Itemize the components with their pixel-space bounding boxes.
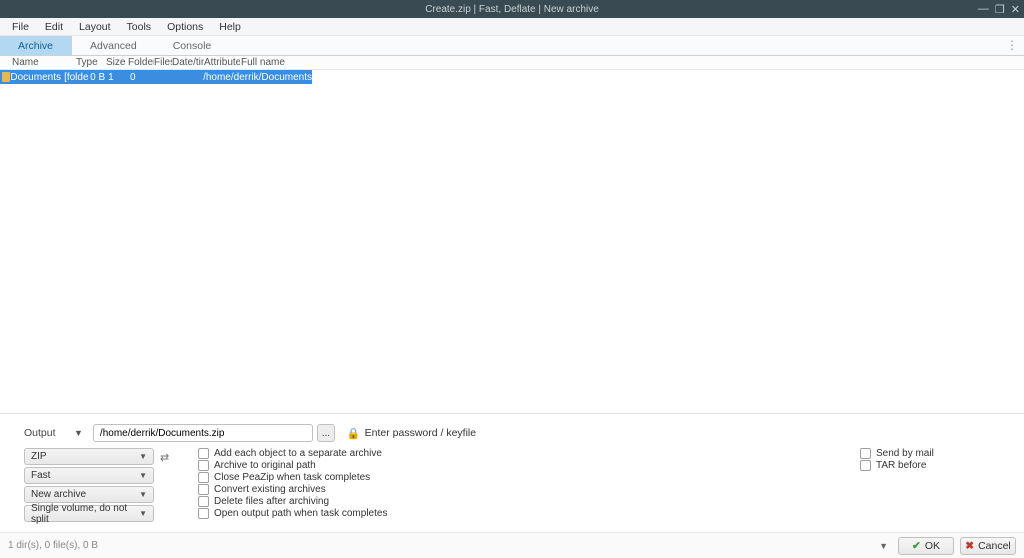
check-icon: ✔ xyxy=(912,540,921,552)
chk-separate-archive[interactable]: Add each object to a separate archive xyxy=(198,448,836,459)
col-datetime[interactable]: Date/time xyxy=(172,57,204,68)
chk-label: Send by mail xyxy=(876,448,934,459)
chk-label: Close PeaZip when task completes xyxy=(214,472,370,483)
minimize-button[interactable]: — xyxy=(978,3,989,15)
options-right: Send by mail TAR before xyxy=(860,448,1000,524)
menu-tools[interactable]: Tools xyxy=(119,21,160,33)
window-controls: — ❐ ✕ xyxy=(978,0,1020,18)
mode-value: New archive xyxy=(31,489,86,500)
maximize-button[interactable]: ❐ xyxy=(995,3,1005,16)
col-attributes[interactable]: Attributes xyxy=(204,57,240,68)
cell-folders: 1 xyxy=(108,72,130,83)
chk-close-when-done[interactable]: Close PeaZip when task completes xyxy=(198,472,836,483)
level-value: Fast xyxy=(31,470,50,481)
split-value: Single volume, do not split xyxy=(31,503,139,525)
chevron-down-icon: ▼ xyxy=(139,471,147,480)
chevron-down-icon: ▼ xyxy=(139,490,147,499)
tabbar: Archive Advanced Console ⋮ xyxy=(0,36,1024,56)
titlebar: Create.zip | Fast, Deflate | New archive… xyxy=(0,0,1024,18)
chevron-down-icon: ▼ xyxy=(139,452,147,461)
menu-edit[interactable]: Edit xyxy=(37,21,71,33)
chk-original-path[interactable]: Archive to original path xyxy=(198,460,836,471)
folder-icon xyxy=(2,72,10,82)
col-fullname[interactable]: Full name xyxy=(240,57,285,68)
password-link[interactable]: Enter password / keyfile xyxy=(365,427,476,439)
format-value: ZIP xyxy=(31,451,47,462)
menu-options[interactable]: Options xyxy=(159,21,211,33)
menu-layout[interactable]: Layout xyxy=(71,21,119,33)
chk-label: Archive to original path xyxy=(214,460,316,471)
output-label: Output xyxy=(24,427,70,439)
chk-open-output[interactable]: Open output path when task completes xyxy=(198,508,836,519)
chk-delete-after[interactable]: Delete files after archiving xyxy=(198,496,836,507)
chk-tar-before[interactable]: TAR before xyxy=(860,460,1000,471)
output-dropdown-icon[interactable]: ▼ xyxy=(74,428,83,438)
col-type[interactable]: Type xyxy=(76,57,106,68)
chk-label: Delete files after archiving xyxy=(214,496,329,507)
ok-button[interactable]: ✔ OK xyxy=(898,537,954,555)
footer-dropdown-icon[interactable]: ▼ xyxy=(879,541,888,551)
col-files[interactable]: Files xyxy=(154,57,172,68)
mode-combo[interactable]: New archive ▼ xyxy=(24,486,154,503)
menu-file[interactable]: File xyxy=(4,21,37,33)
split-combo[interactable]: Single volume, do not split ▼ xyxy=(24,505,154,522)
level-combo[interactable]: Fast ▼ xyxy=(24,467,154,484)
table-header: Name Type Size Folders Files Date/time A… xyxy=(0,56,1024,70)
menu-help[interactable]: Help xyxy=(211,21,249,33)
ok-label: OK xyxy=(925,540,940,552)
tab-console[interactable]: Console xyxy=(155,36,230,55)
tab-archive[interactable]: Archive xyxy=(0,36,72,55)
menubar: File Edit Layout Tools Options Help xyxy=(0,18,1024,36)
browse-button[interactable]: ... xyxy=(317,424,335,442)
lock-icon: 🔒 xyxy=(347,427,361,440)
cell-name: Documents xyxy=(10,72,64,83)
bottom-panel: Output ▼ ... 🔒 Enter password / keyfile … xyxy=(0,413,1024,532)
chk-label: Convert existing archives xyxy=(214,484,326,495)
footer: 1 dir(s), 0 file(s), 0 B ▼ ✔ OK ✖ Cancel xyxy=(0,532,1024,558)
status-text: 1 dir(s), 0 file(s), 0 B xyxy=(8,540,98,551)
chk-label: Open output path when task completes xyxy=(214,508,387,519)
table-body: Documents [folder] 0 B 1 0 /home/derrik/… xyxy=(0,70,1024,413)
col-folders[interactable]: Folders xyxy=(128,57,154,68)
options-left: ZIP ▼ ⇄ Fast ▼ New archive ▼ Single volu… xyxy=(24,448,174,524)
window-title: Create.zip | Fast, Deflate | New archive xyxy=(425,4,599,15)
x-icon: ✖ xyxy=(965,540,974,552)
format-combo[interactable]: ZIP ▼ xyxy=(24,448,154,465)
output-path-input[interactable] xyxy=(93,424,313,442)
options-mid: Add each object to a separate archive Ar… xyxy=(198,448,836,524)
cell-size: 0 B xyxy=(89,72,108,83)
col-name[interactable]: Name xyxy=(12,57,76,68)
cancel-label: Cancel xyxy=(978,540,1011,552)
chk-convert[interactable]: Convert existing archives xyxy=(198,484,836,495)
cell-type: [folder] xyxy=(64,72,89,83)
chk-send-mail[interactable]: Send by mail xyxy=(860,448,1000,459)
swap-icon[interactable]: ⇄ xyxy=(160,451,169,464)
chk-label: TAR before xyxy=(876,460,926,471)
table-row[interactable]: Documents [folder] 0 B 1 0 /home/derrik/… xyxy=(0,70,312,84)
col-size[interactable]: Size xyxy=(106,57,128,68)
cell-fullname: /home/derrik/Documents xyxy=(202,72,312,83)
cell-files: 0 xyxy=(130,72,145,83)
tab-advanced[interactable]: Advanced xyxy=(72,36,155,55)
chevron-down-icon: ▼ xyxy=(139,509,147,518)
chk-label: Add each object to a separate archive xyxy=(214,448,382,459)
close-button[interactable]: ✕ xyxy=(1011,3,1020,16)
cancel-button[interactable]: ✖ Cancel xyxy=(960,537,1016,555)
tab-more-icon[interactable]: ⋮ xyxy=(1006,38,1018,52)
